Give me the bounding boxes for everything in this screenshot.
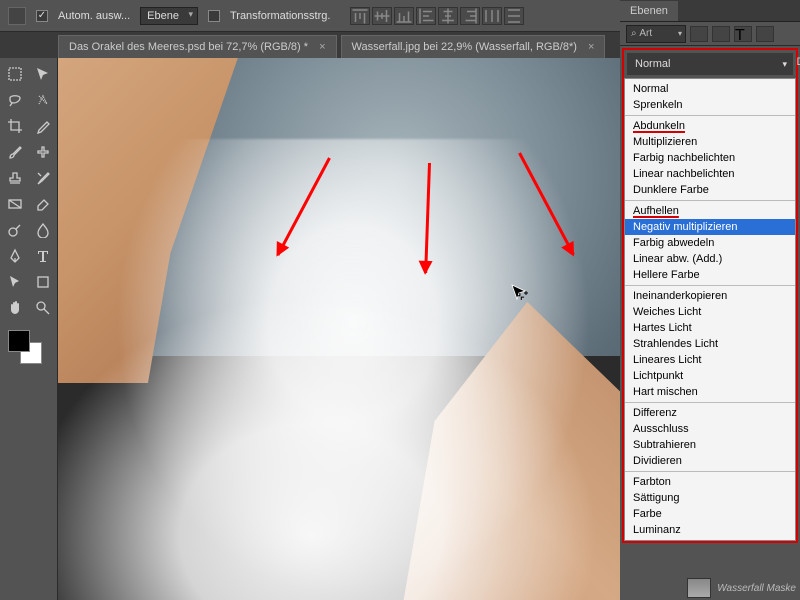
search-icon: ⌕ — [631, 28, 637, 39]
zoom-tool-icon[interactable] — [30, 296, 56, 320]
close-icon[interactable]: × — [588, 41, 594, 53]
blend-mode-option[interactable]: Differenz — [625, 405, 795, 421]
pen-tool-icon[interactable] — [2, 244, 28, 268]
opacity-label-clip: Dec — [796, 56, 800, 68]
path-select-tool-icon[interactable] — [2, 270, 28, 294]
healing-tool-icon[interactable] — [30, 140, 56, 164]
foreground-color-swatch[interactable] — [8, 330, 30, 352]
filter-pixel-icon[interactable] — [690, 26, 708, 42]
crop-tool-icon[interactable] — [2, 114, 28, 138]
blend-mode-panel: Normal Dec NormalSprenkelnAbdunkelnMulti… — [622, 48, 798, 543]
blend-mode-option[interactable]: Strahlendes Licht — [625, 336, 795, 352]
blend-mode-option[interactable]: Hellere Farbe — [625, 267, 795, 283]
blend-mode-option[interactable]: Hart mischen — [625, 384, 795, 400]
eyedropper-tool-icon[interactable] — [30, 114, 56, 138]
eraser-tool-icon[interactable] — [30, 192, 56, 216]
blend-mode-option[interactable]: Linear nachbelichten — [625, 166, 795, 182]
blend-mode-option[interactable]: Lichtpunkt — [625, 368, 795, 384]
align-right-icon[interactable] — [460, 7, 480, 25]
blend-mode-option[interactable]: Dunklere Farbe — [625, 182, 795, 198]
lasso-tool-icon[interactable] — [2, 88, 28, 112]
blend-mode-option[interactable]: Dividieren — [625, 453, 795, 469]
distribute-v-icon[interactable] — [504, 7, 524, 25]
blend-mode-option[interactable]: Sättigung — [625, 490, 795, 506]
blend-mode-dropdown[interactable]: Normal — [627, 53, 793, 75]
dodge-tool-icon[interactable] — [2, 218, 28, 242]
document-image — [58, 58, 620, 600]
filter-type-icon[interactable]: T — [734, 26, 752, 42]
document-tab[interactable]: Das Orakel des Meeres.psd bei 72,7% (RGB… — [58, 35, 337, 58]
toolbox — [0, 58, 58, 600]
blend-mode-option[interactable]: Ineinanderkopieren — [625, 288, 795, 304]
layer-filter-row: ⌕ Art T — [620, 22, 800, 46]
blend-mode-option[interactable]: Farbig abwedeln — [625, 235, 795, 251]
blend-mode-current: Normal — [635, 58, 670, 70]
blend-mode-option[interactable]: Hartes Licht — [625, 320, 795, 336]
marquee-tool-icon[interactable] — [2, 62, 28, 86]
blend-mode-option[interactable]: Normal — [625, 81, 795, 97]
layer-filter-label: Art — [639, 28, 652, 39]
align-hcenter-icon[interactable] — [438, 7, 458, 25]
layer-thumbnail — [687, 578, 711, 598]
brush-tool-icon[interactable] — [2, 140, 28, 164]
filter-shape-icon[interactable] — [756, 26, 774, 42]
blend-mode-option[interactable]: Farbe — [625, 506, 795, 522]
filter-adjust-icon[interactable] — [712, 26, 730, 42]
tab-ebenen[interactable]: Ebenen — [620, 1, 678, 21]
blend-mode-option[interactable]: Linear abw. (Add.) — [625, 251, 795, 267]
move-cursor-icon — [510, 283, 530, 303]
blend-mode-option[interactable]: Negativ multiplizieren — [625, 219, 795, 235]
layer-name: Wasserfall Maske — [717, 583, 796, 594]
auto-select-label: Autom. ausw... — [58, 10, 130, 22]
blend-mode-option[interactable]: Subtrahieren — [625, 437, 795, 453]
blend-mode-option[interactable]: Lineares Licht — [625, 352, 795, 368]
panel-tab-bar: Ebenen — [620, 0, 800, 22]
transform-controls-label: Transformationsstrg. — [230, 10, 330, 22]
stamp-tool-icon[interactable] — [2, 166, 28, 190]
blend-mode-option[interactable]: Aufhellen — [625, 203, 795, 219]
auto-select-target-dropdown[interactable]: Ebene — [140, 7, 198, 25]
align-buttons — [350, 7, 524, 25]
align-left-icon[interactable] — [416, 7, 436, 25]
blend-mode-option[interactable]: Luminanz — [625, 522, 795, 538]
transform-controls-checkbox[interactable] — [208, 10, 220, 22]
type-tool-icon[interactable] — [30, 244, 56, 268]
blend-mode-option[interactable]: Weiches Licht — [625, 304, 795, 320]
right-panels: Ebenen ⌕ Art T Normal Dec NormalSprenkel… — [620, 0, 800, 600]
history-brush-tool-icon[interactable] — [30, 166, 56, 190]
blur-tool-icon[interactable] — [30, 218, 56, 242]
hand-tool-icon[interactable] — [2, 296, 28, 320]
blend-mode-option[interactable]: Abdunkeln — [625, 118, 795, 134]
canvas[interactable] — [58, 58, 620, 600]
document-tab-label: Wasserfall.jpg bei 22,9% (Wasserfall, RG… — [352, 41, 577, 53]
move-tool-icon[interactable] — [30, 62, 56, 86]
blend-mode-list[interactable]: NormalSprenkelnAbdunkelnMultiplizierenFa… — [624, 78, 796, 541]
document-tab[interactable]: Wasserfall.jpg bei 22,9% (Wasserfall, RG… — [341, 35, 606, 58]
document-tab-label: Das Orakel des Meeres.psd bei 72,7% (RGB… — [69, 41, 308, 53]
gradient-tool-icon[interactable] — [2, 192, 28, 216]
shape-tool-icon[interactable] — [30, 270, 56, 294]
blend-mode-option[interactable]: Farbton — [625, 474, 795, 490]
quick-select-tool-icon[interactable] — [30, 88, 56, 112]
auto-select-checkbox[interactable] — [36, 10, 48, 22]
blend-mode-option[interactable]: Farbig nachbelichten — [625, 150, 795, 166]
blend-mode-option[interactable]: Ausschluss — [625, 421, 795, 437]
layer-filter-dropdown[interactable]: ⌕ Art — [626, 25, 686, 43]
blend-mode-option[interactable]: Sprenkeln — [625, 97, 795, 113]
layer-row[interactable]: Wasserfall Maske — [687, 578, 796, 598]
move-tool-indicator-icon — [8, 7, 26, 25]
close-icon[interactable]: × — [319, 41, 325, 53]
align-top-icon[interactable] — [350, 7, 370, 25]
blend-mode-option[interactable]: Multiplizieren — [625, 134, 795, 150]
align-bottom-icon[interactable] — [394, 7, 414, 25]
color-swatches[interactable] — [0, 330, 57, 370]
align-vcenter-icon[interactable] — [372, 7, 392, 25]
distribute-h-icon[interactable] — [482, 7, 502, 25]
